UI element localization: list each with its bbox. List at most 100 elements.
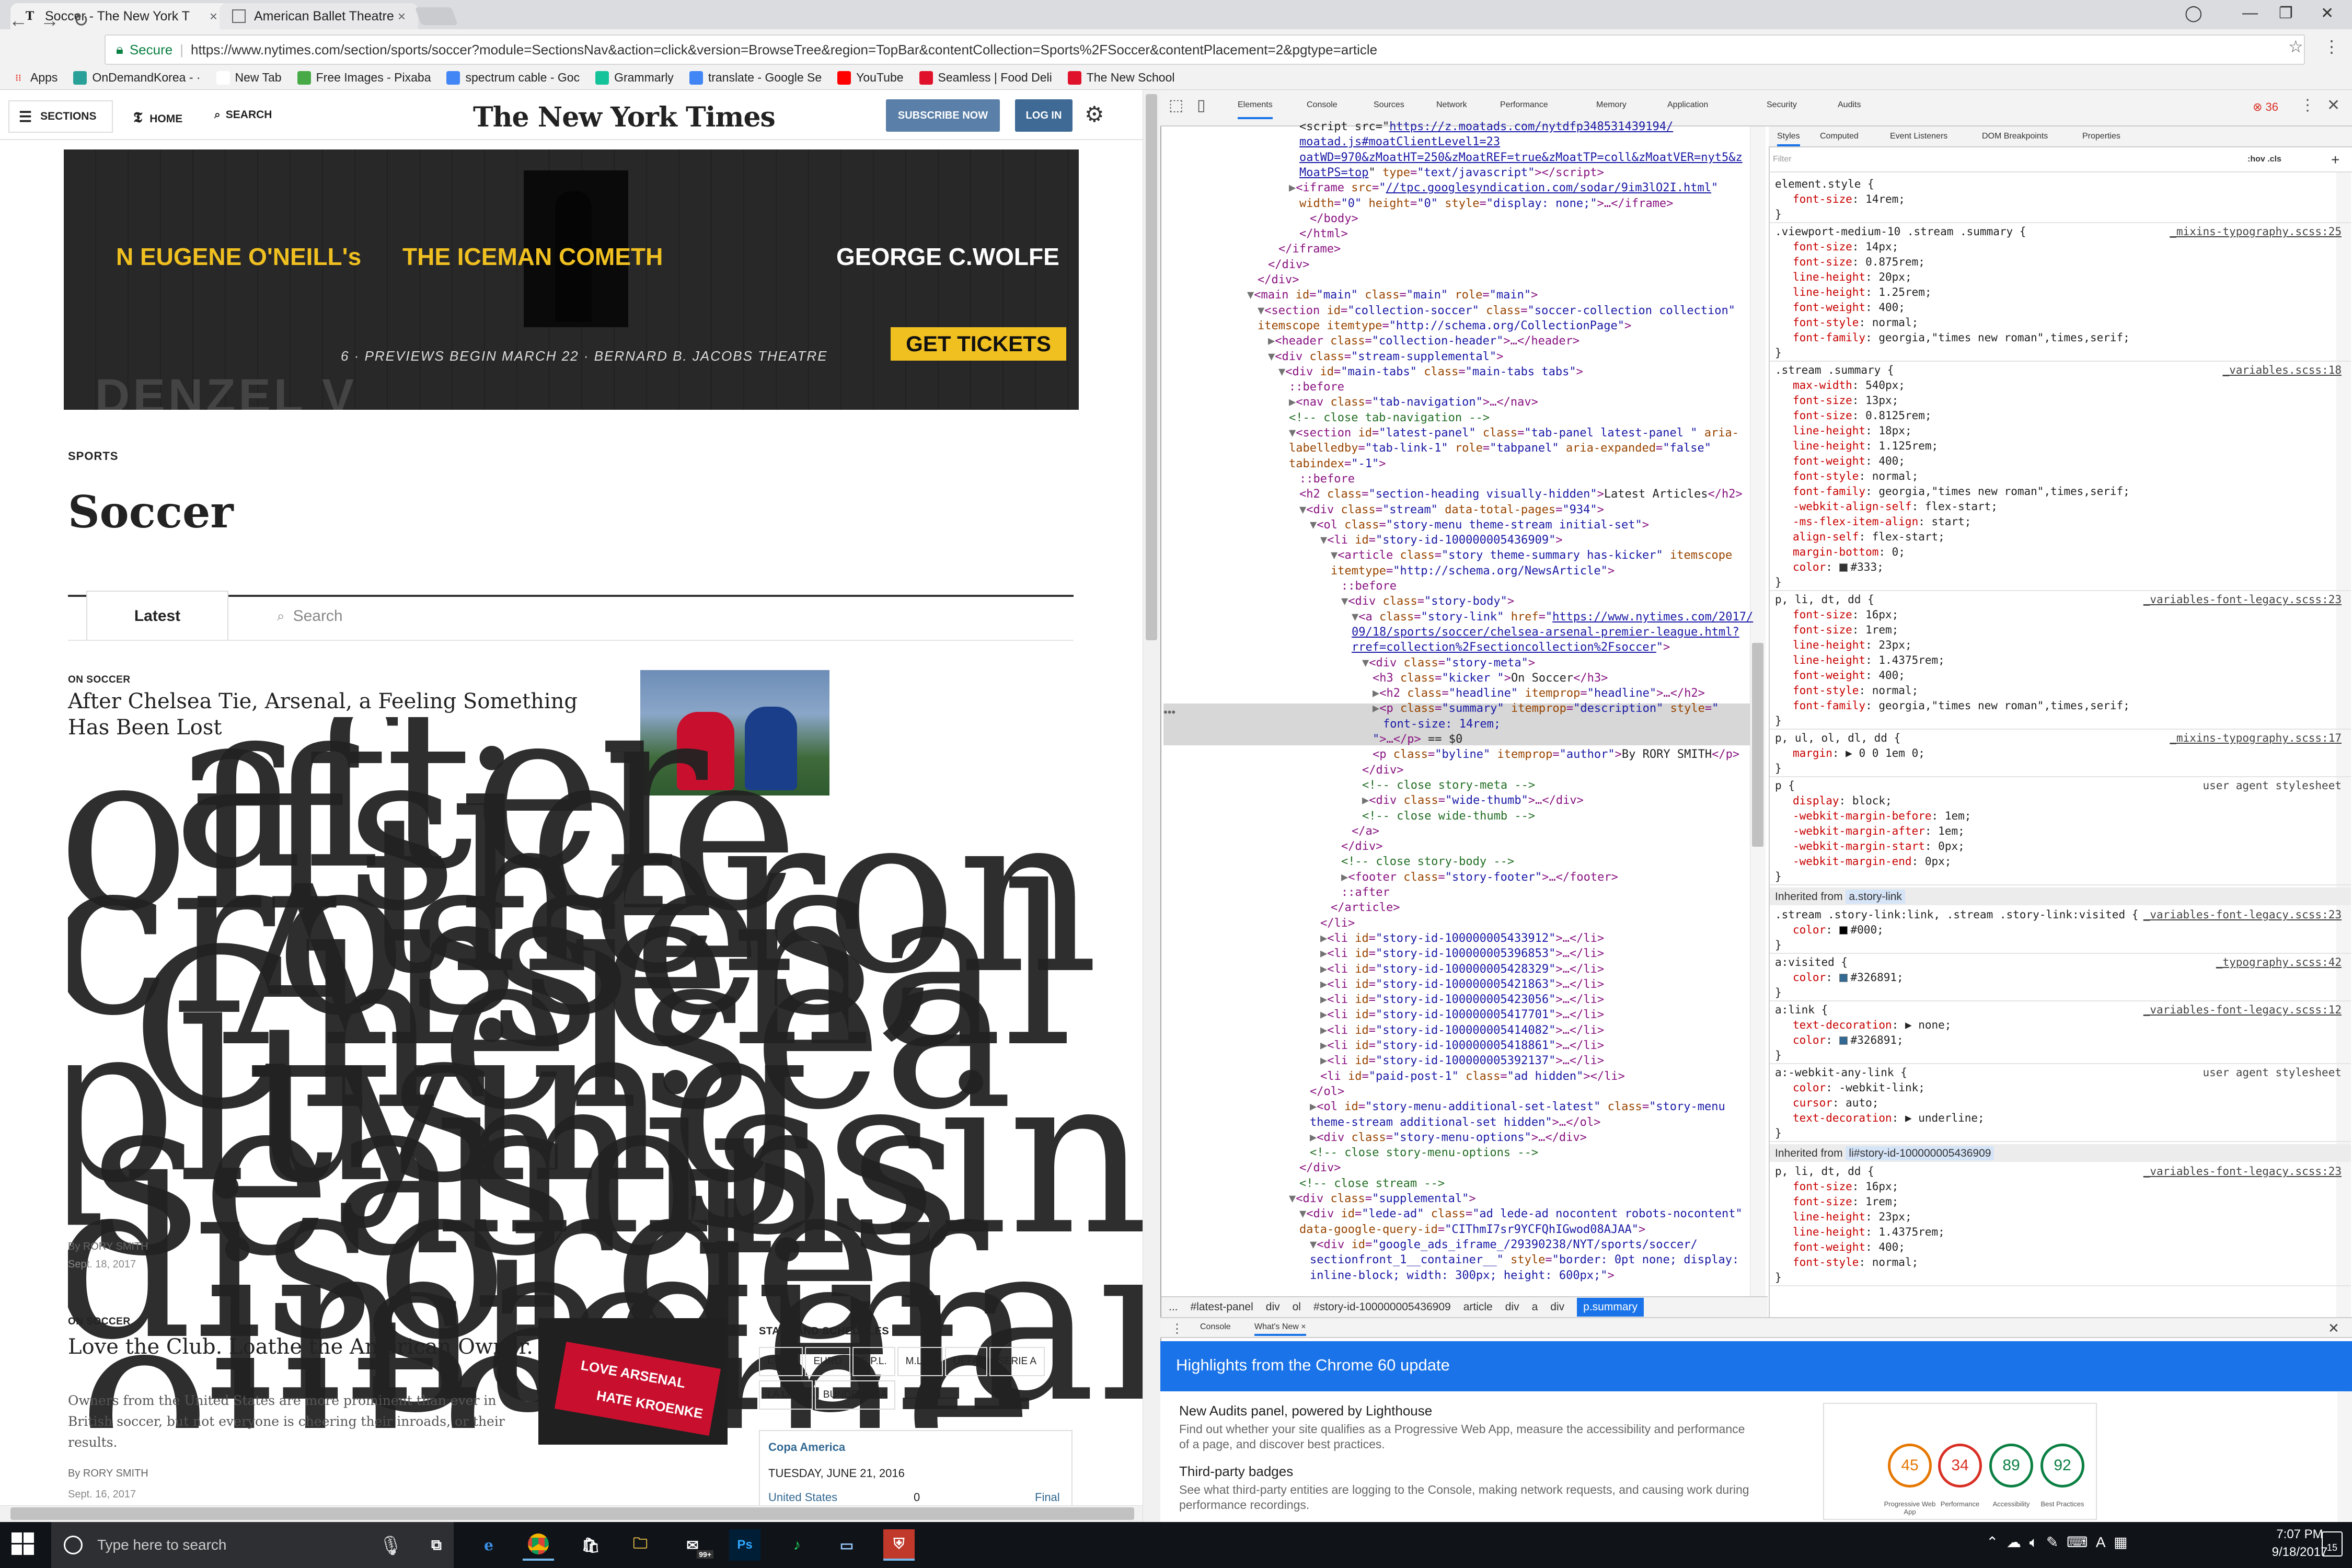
dom-tree-line[interactable]: ▼<div id="lede-ad" class="ad lede-ad noc… bbox=[1299, 1207, 1743, 1220]
css-declaration[interactable]: font-style: normal; bbox=[1793, 1256, 1918, 1269]
inspect-element-icon[interactable]: ⬚ bbox=[1169, 96, 1183, 114]
login-button[interactable]: LOG IN bbox=[1015, 99, 1073, 132]
bookmark-item[interactable]: Seamless | Food Deli bbox=[919, 71, 1052, 85]
css-declaration[interactable]: display: block; bbox=[1793, 794, 1892, 807]
dom-tree-line[interactable]: 09/18/sports/soccer/chelsea-arsenal-prem… bbox=[1352, 626, 1739, 639]
league-tab[interactable]: EURO bbox=[805, 1347, 851, 1376]
dom-tree-line[interactable]: ▼<article class="story theme-summary has… bbox=[1331, 549, 1732, 562]
devtools-menu-icon[interactable]: ⋮ bbox=[2300, 96, 2315, 114]
drawer-close-icon[interactable]: ✕ bbox=[2328, 1320, 2339, 1336]
system-tray[interactable]: ⌃ ☁ 🔈︎ ✎ ⌨ A ▦ bbox=[1986, 1534, 2128, 1551]
dom-tree-line[interactable]: ▶<li id="story-id-100000005423056">…</li… bbox=[1320, 993, 1604, 1006]
dom-tree-line[interactable]: </html> bbox=[1299, 227, 1348, 240]
dom-tree-line[interactable]: width="0" height="0" style="display: non… bbox=[1299, 197, 1673, 210]
css-selector[interactable]: p { bbox=[1775, 779, 1795, 792]
story-thumbnail[interactable]: LOVE ARSENAL HATE KROENKE bbox=[538, 1318, 728, 1445]
breadcrumb-item[interactable]: a bbox=[1532, 1301, 1538, 1313]
dom-tree-line[interactable]: </div> bbox=[1341, 840, 1382, 853]
dom-tree-line[interactable]: ▶<h2 class="headline" itemprop="headline… bbox=[1373, 687, 1705, 700]
css-selector[interactable]: a:visited { bbox=[1775, 956, 1848, 969]
dom-tree-line[interactable]: ▶<nav class="tab-navigation">…</nav> bbox=[1289, 396, 1538, 409]
dom-tree-line[interactable]: theme-stream additional-set hidden">…</o… bbox=[1310, 1116, 1600, 1129]
css-declaration[interactable]: -webkit-margin-before: 1em; bbox=[1793, 810, 1971, 822]
css-selector[interactable]: p, li, dt, dd { bbox=[1775, 1165, 1874, 1178]
dom-tree-line[interactable]: </div> bbox=[1258, 273, 1299, 286]
dom-tree-line[interactable]: ▼<div id="google_ads_iframe_/29390238/NY… bbox=[1310, 1238, 1698, 1251]
css-declaration[interactable]: color: #000; bbox=[1793, 924, 1884, 936]
drawer-vertical-scrollbar[interactable] bbox=[2337, 1391, 2352, 1522]
minimize-icon[interactable]: — bbox=[2242, 4, 2258, 22]
tab-abt[interactable]: American Ballet Theatre × bbox=[220, 3, 418, 29]
css-declaration[interactable]: max-width: 540px; bbox=[1793, 379, 1905, 391]
store-icon[interactable]: 🛍︎ bbox=[575, 1529, 606, 1561]
ellipsis-icon[interactable]: ••• bbox=[1163, 706, 1175, 719]
reload-icon[interactable]: ↻ bbox=[68, 9, 94, 31]
device-toolbar-icon[interactable]: ▯ bbox=[1197, 96, 1206, 114]
breadcrumb-item[interactable]: div bbox=[1266, 1301, 1280, 1313]
dom-tree-line[interactable]: ▼<section id="latest-panel" class="tab-p… bbox=[1289, 426, 1739, 440]
league-tab[interactable]: E.P.L. bbox=[852, 1347, 895, 1376]
elements-scroll-thumb[interactable] bbox=[1752, 643, 1763, 847]
breadcrumb-item[interactable]: div bbox=[1505, 1301, 1519, 1313]
dom-tree-line[interactable]: ▶<iframe src="//tpc.googlesyndication.co… bbox=[1289, 181, 1718, 194]
dom-tree-line[interactable]: rref=collection%2Fsectioncollection%2Fso… bbox=[1352, 641, 1670, 654]
dom-tree-line[interactable]: inline-block; width: 300px; height: 600p… bbox=[1310, 1269, 1615, 1282]
css-declaration[interactable]: font-family: georgia,"times new roman",t… bbox=[1793, 699, 2130, 712]
competition-name[interactable]: Copa America bbox=[768, 1440, 845, 1454]
dom-tree-line[interactable]: ▼<main id="main" class="main" role="main… bbox=[1247, 289, 1538, 302]
team-name[interactable]: United States bbox=[768, 1491, 837, 1504]
css-declaration[interactable]: font-weight: 400; bbox=[1793, 301, 1905, 314]
notification-center-icon[interactable]: 15 bbox=[2322, 1531, 2343, 1557]
css-declaration[interactable]: line-height: 23px; bbox=[1793, 1210, 1912, 1223]
drawer-tab-console[interactable]: Console bbox=[1200, 1322, 1231, 1332]
css-declaration[interactable]: color: #326891; bbox=[1793, 971, 1904, 984]
section-kicker[interactable]: SPORTS bbox=[68, 449, 118, 463]
dom-tree-line[interactable]: <!-- close tab-navigation --> bbox=[1289, 411, 1490, 424]
css-source-link[interactable]: _variables-font-legacy.scss:23 bbox=[2143, 1165, 2342, 1178]
breadcrumb-item[interactable]: #story-id-100000005436909 bbox=[1313, 1301, 1451, 1313]
microphone-icon[interactable]: 🎙︎ bbox=[379, 1535, 403, 1557]
dom-tree-line[interactable]: data-google-query-id="CIThmI7sr9YCFQhIGw… bbox=[1299, 1223, 1645, 1236]
breadcrumb-item[interactable]: div bbox=[1550, 1301, 1564, 1313]
add-rule-icon[interactable]: + bbox=[2331, 152, 2339, 168]
dom-tree-line[interactable]: ▶<li id="story-id-100000005417701">…</li… bbox=[1320, 1008, 1604, 1021]
dom-tree-line[interactable]: <!-- close story-meta --> bbox=[1362, 779, 1535, 792]
css-declaration[interactable]: font-size: 14px; bbox=[1793, 240, 1898, 253]
css-declaration[interactable]: color: #333; bbox=[1793, 561, 1884, 573]
pdf-app-icon[interactable]: ⛨ bbox=[883, 1529, 915, 1561]
dom-tree-line[interactable]: ▶<li id="story-id-100000005428329">…</li… bbox=[1320, 963, 1604, 976]
css-selector[interactable]: .viewport-medium-10 .stream .summary { bbox=[1775, 225, 2026, 238]
window-close-icon[interactable]: ✕ bbox=[2321, 4, 2334, 22]
dom-tree-line[interactable]: ▼<div id="main-tabs" class="main-tabs ta… bbox=[1278, 365, 1583, 378]
dom-tree-line[interactable]: ▼<div class="supplemental"> bbox=[1289, 1192, 1476, 1205]
story-kicker[interactable]: ON SOCCER bbox=[68, 674, 131, 686]
css-declaration[interactable]: text-decoration: ▶ underline; bbox=[1793, 1112, 1985, 1124]
css-declaration[interactable]: color: #326891; bbox=[1793, 1034, 1904, 1046]
css-declaration[interactable]: font-family: georgia,"times new roman",t… bbox=[1793, 331, 2130, 344]
css-source-link[interactable]: _mixins-typography.scss:17 bbox=[2170, 732, 2342, 744]
mail-icon[interactable]: ✉ 99+ bbox=[677, 1529, 713, 1561]
close-icon[interactable]: × bbox=[210, 8, 217, 25]
devtools-tab-console[interactable]: Console bbox=[1307, 100, 1338, 110]
dom-tree-line[interactable]: oatWD=970&zMoatHT=250&zMoatREF=true&zMoa… bbox=[1299, 151, 1743, 164]
color-swatch[interactable] bbox=[1839, 1036, 1848, 1045]
css-selector[interactable]: a:-webkit-any-link { bbox=[1775, 1066, 1907, 1079]
css-declaration[interactable]: line-height: 1.4375rem; bbox=[1793, 654, 1945, 666]
edge-icon[interactable]: e bbox=[473, 1529, 504, 1561]
dom-tree-line[interactable]: </li> bbox=[1320, 917, 1355, 930]
drawer-tab-whatsnew[interactable]: What's New × bbox=[1254, 1322, 1306, 1336]
css-declaration[interactable]: font-size: 1rem; bbox=[1793, 624, 1898, 636]
css-declaration[interactable]: line-height: 1.125rem; bbox=[1793, 440, 1938, 452]
bookmark-item[interactable]: translate - Google Se bbox=[689, 71, 822, 85]
dom-tree-line[interactable]: </a> bbox=[1352, 825, 1379, 838]
bookmark-item[interactable]: ⁝⁝ Apps bbox=[11, 71, 57, 85]
dom-tree-line[interactable]: </iframe> bbox=[1278, 243, 1341, 256]
dom-tree-line[interactable]: ▼<ol class="story-menu theme-stream init… bbox=[1310, 518, 1649, 532]
css-declaration[interactable]: font-size: 13px; bbox=[1793, 394, 1898, 407]
dom-tree-line[interactable]: itemtype="http://schema.org/NewsArticle"… bbox=[1331, 564, 1615, 578]
css-declaration[interactable]: cursor: auto; bbox=[1793, 1097, 1878, 1109]
css-declaration[interactable]: line-height: 1.4375rem; bbox=[1793, 1226, 1945, 1238]
photoshop-icon[interactable]: Ps bbox=[729, 1529, 760, 1561]
devtools-tab-application[interactable]: Application bbox=[1667, 100, 1708, 110]
dom-tree-line[interactable]: ▼<a class="story-link" href="https://www… bbox=[1352, 610, 1753, 624]
